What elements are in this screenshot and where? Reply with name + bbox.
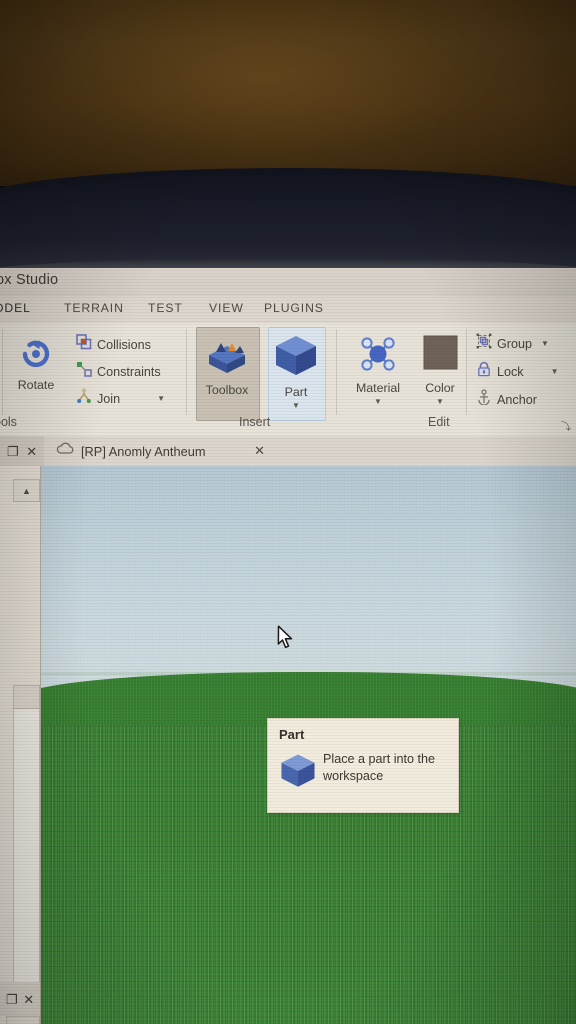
toolbox-label: Toolbox xyxy=(205,383,249,397)
group-label: Group xyxy=(497,336,533,351)
tooltip-title: Part xyxy=(279,727,305,742)
photo-of-monitor: ox Studio ODEL TERRAIN TEST VIEW PLUGINS xyxy=(0,0,576,1024)
tab-view[interactable]: VIEW xyxy=(209,301,244,315)
lock-label: Lock xyxy=(497,364,524,379)
lock-button[interactable]: Lock ▼ xyxy=(476,361,559,382)
group-label-tools: ools xyxy=(0,415,17,429)
ribbon-body: Rotate Collisions Constraints Join ▼ ols… xyxy=(0,323,576,437)
document-tab-row: ❐ ✕ [RP] Anomly Antheum ✕ xyxy=(0,436,576,466)
material-label: Material xyxy=(355,381,401,395)
ribbon-tab-strip: ODEL TERRAIN TEST VIEW PLUGINS xyxy=(0,296,576,323)
rotate-button[interactable]: Rotate xyxy=(9,332,63,392)
document-tab-label: [RP] Anomly Antheum xyxy=(81,443,206,459)
toolbox-button[interactable]: Toolbox xyxy=(196,335,258,397)
scrollbar-thumb[interactable] xyxy=(13,685,40,709)
anchor-label: Anchor xyxy=(497,392,537,407)
color-label: Color xyxy=(425,381,455,395)
part-label: Part xyxy=(284,385,308,399)
join-label: Join xyxy=(97,391,121,406)
constraints-icon xyxy=(76,361,92,382)
color-caret-icon[interactable]: ▼ xyxy=(436,398,444,406)
toolbox-icon xyxy=(204,335,250,382)
tab-model[interactable]: ODEL xyxy=(0,301,31,315)
part-caret-icon[interactable]: ▼ xyxy=(292,402,300,410)
bottom-dock-controls: ❐ ✕ xyxy=(0,982,40,1016)
lock-caret-icon[interactable]: ▼ xyxy=(551,367,559,376)
dock-controls: ❐ ✕ xyxy=(0,436,44,466)
group-separator xyxy=(466,329,467,415)
group-icon xyxy=(476,333,492,354)
scroll-up-button[interactable]: ▲ xyxy=(13,479,40,502)
group-button[interactable]: Group ▼ xyxy=(476,333,549,354)
join-button[interactable]: Join ▼ xyxy=(76,388,165,409)
part-tooltip: Part Place a part into the workspace xyxy=(267,718,459,813)
material-button[interactable]: Material ▼ xyxy=(350,333,406,406)
collisions-icon xyxy=(76,334,92,355)
collisions-button[interactable]: Collisions xyxy=(76,334,151,355)
left-scroll-strip: ▲ ▼ ❐ ✕ ↻ xyxy=(0,466,41,1024)
anchor-icon xyxy=(476,389,492,410)
tab-terrain[interactable]: TERRAIN xyxy=(64,301,124,315)
anchor-button[interactable]: Anchor xyxy=(476,389,537,410)
rotate-label: Rotate xyxy=(17,378,55,392)
material-caret-icon[interactable]: ▼ xyxy=(374,398,382,406)
group-separator xyxy=(336,329,337,415)
group-separator xyxy=(2,329,3,415)
tooltip-description: Place a part into the workspace xyxy=(323,752,436,783)
join-caret-icon[interactable]: ▼ xyxy=(157,394,165,403)
material-molecule-icon xyxy=(356,333,400,380)
group-label-insert: Insert xyxy=(239,415,271,429)
join-icon xyxy=(76,388,92,409)
bottom-dock-pin-icon[interactable]: ❐ xyxy=(6,993,18,1006)
refresh-button[interactable]: ↻ xyxy=(6,1016,40,1024)
dock-close-icon[interactable]: ✕ xyxy=(26,445,37,458)
screen-content: ox Studio ODEL TERRAIN TEST VIEW PLUGINS xyxy=(0,268,576,1024)
edit-dialog-launcher-icon[interactable]: ⤵ xyxy=(561,418,571,433)
constraints-button[interactable]: Constraints xyxy=(76,361,161,382)
lock-icon xyxy=(476,361,492,382)
part-cube-icon xyxy=(272,333,320,384)
bottom-dock-close-icon[interactable]: ✕ xyxy=(23,993,34,1006)
window-title-bar: ox Studio xyxy=(0,268,576,296)
part-button[interactable]: Part ▼ xyxy=(268,333,324,410)
wall-light-glow xyxy=(0,0,576,170)
dock-pin-icon[interactable]: ❐ xyxy=(7,445,19,458)
collisions-label: Collisions xyxy=(97,337,151,352)
document-tab-close-icon[interactable]: ✕ xyxy=(254,443,265,459)
color-button[interactable]: Color ▼ xyxy=(414,333,466,406)
part-cube-icon xyxy=(278,752,318,795)
tab-plugins[interactable]: PLUGINS xyxy=(264,301,324,315)
document-tab[interactable]: [RP] Anomly Antheum ✕ xyxy=(46,436,274,466)
constraints-label: Constraints xyxy=(97,364,161,379)
tab-test[interactable]: TEST xyxy=(148,301,183,315)
color-swatch-icon xyxy=(418,333,462,380)
window-title: ox Studio xyxy=(0,272,59,288)
rotate-icon xyxy=(16,332,56,377)
group-caret-icon[interactable]: ▼ xyxy=(541,339,549,348)
group-label-edit: Edit xyxy=(428,415,450,429)
mouse-pointer-icon xyxy=(277,625,295,656)
scrollbar-track[interactable] xyxy=(13,685,40,995)
cloud-icon xyxy=(56,442,74,460)
group-separator xyxy=(186,329,187,415)
